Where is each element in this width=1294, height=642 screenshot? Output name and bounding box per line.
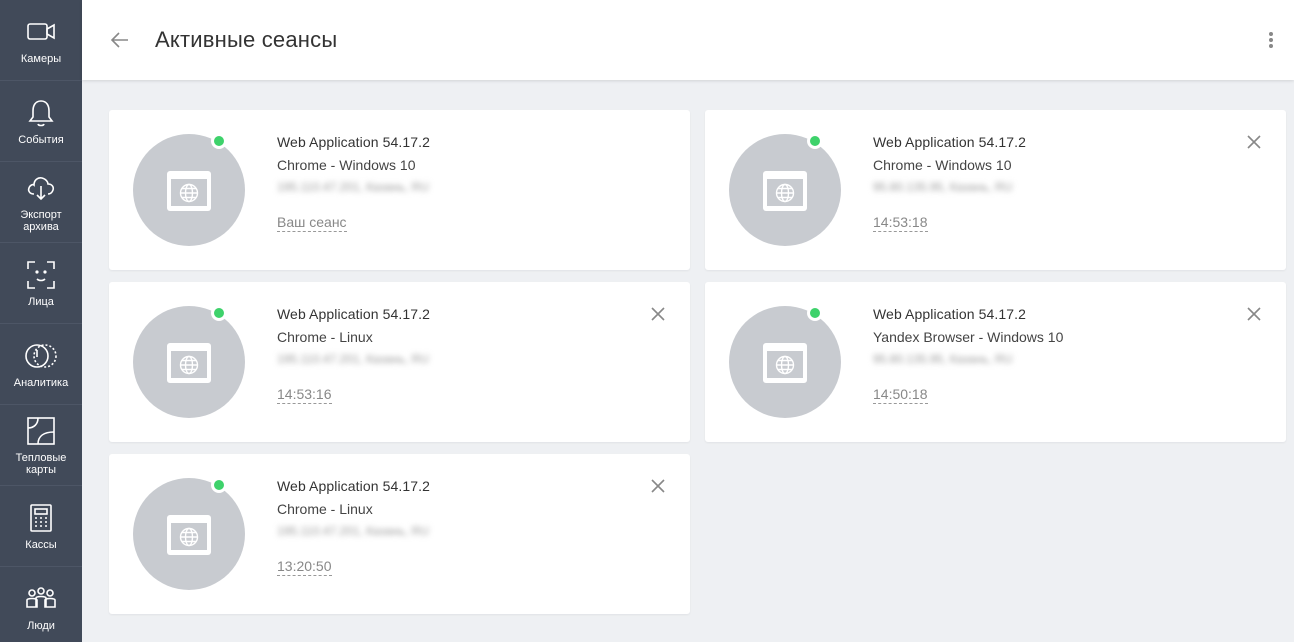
globe-icon bbox=[179, 183, 199, 202]
browser-window-icon bbox=[763, 343, 807, 383]
more-vertical-icon bbox=[1269, 32, 1273, 36]
sidebar-item-label: События bbox=[18, 134, 64, 146]
online-status-dot bbox=[211, 305, 227, 321]
session-time[interactable]: 14:53:18 bbox=[873, 214, 928, 232]
sidebar-item-label: Аналитика bbox=[13, 377, 69, 389]
sidebar-item-label: Кассы bbox=[25, 539, 57, 551]
session-avatar bbox=[729, 134, 841, 246]
session-card: Web Application 54.17.2 Yandex Browser -… bbox=[705, 282, 1286, 442]
session-ip-location: 95.80.135.95, Казань, RU bbox=[873, 180, 1013, 194]
session-client: Chrome - Windows 10 bbox=[277, 157, 416, 173]
globe-icon bbox=[179, 355, 199, 374]
online-status-dot bbox=[807, 305, 823, 321]
heatmap-icon bbox=[27, 417, 55, 445]
session-client: Chrome - Linux bbox=[277, 329, 373, 345]
bell-icon bbox=[28, 100, 54, 127]
close-icon bbox=[1247, 135, 1261, 149]
session-card: Web Application 54.17.2 Chrome - Windows… bbox=[109, 110, 690, 270]
close-icon bbox=[651, 307, 665, 321]
sidebar-item-cameras[interactable]: Камеры bbox=[0, 0, 82, 81]
arrow-left-icon bbox=[110, 32, 128, 48]
terminate-session-button[interactable] bbox=[1246, 134, 1262, 150]
session-time[interactable]: 13:20:50 bbox=[277, 558, 332, 576]
cash-register-icon bbox=[30, 504, 52, 532]
session-ip-location: 195.110.47.201, Казань, RU bbox=[277, 524, 429, 538]
session-client: Chrome - Linux bbox=[277, 501, 373, 517]
session-ip-location: 95.80.135.95, Казань, RU bbox=[873, 352, 1013, 366]
session-card: Web Application 54.17.2 Chrome - Windows… bbox=[705, 110, 1286, 270]
session-avatar bbox=[133, 478, 245, 590]
people-icon bbox=[26, 587, 56, 608]
back-button[interactable] bbox=[108, 28, 132, 52]
session-app-name: Web Application 54.17.2 bbox=[277, 306, 431, 322]
session-app-name: Web Application 54.17.2 bbox=[277, 478, 431, 494]
sidebar-item-faces[interactable]: Лица bbox=[0, 243, 82, 324]
session-card: Web Application 54.17.2 Chrome - Linux 1… bbox=[109, 454, 690, 614]
sidebar-item-archive-export[interactable]: Экспорт архива bbox=[0, 162, 82, 243]
browser-window-icon bbox=[167, 515, 211, 555]
sidebar: Камеры События Экспорт архива Лица Анали… bbox=[0, 0, 82, 642]
session-client: Yandex Browser - Windows 10 bbox=[873, 329, 1064, 345]
browser-window-icon bbox=[763, 171, 807, 211]
browser-window-icon bbox=[167, 171, 211, 211]
analytics-icon bbox=[25, 344, 57, 368]
cloud-download-icon bbox=[27, 177, 55, 201]
sidebar-item-label: Камеры bbox=[20, 53, 62, 65]
sidebar-item-label: Тепловые карты bbox=[15, 452, 67, 476]
online-status-dot bbox=[211, 477, 227, 493]
globe-icon bbox=[775, 355, 795, 374]
sidebar-item-heatmaps[interactable]: Тепловые карты bbox=[0, 405, 82, 486]
session-avatar bbox=[133, 306, 245, 418]
video-camera-icon bbox=[27, 23, 55, 40]
session-ip-location: 195.110.47.201, Казань, RU bbox=[277, 180, 429, 194]
terminate-session-button[interactable] bbox=[1246, 306, 1262, 322]
session-app-name: Web Application 54.17.2 bbox=[873, 306, 1027, 322]
sidebar-item-label: Люди bbox=[27, 620, 55, 632]
more-menu-button[interactable] bbox=[1266, 28, 1276, 52]
terminate-session-button[interactable] bbox=[650, 478, 666, 494]
session-client: Chrome - Windows 10 bbox=[873, 157, 1012, 173]
session-ip-location: 195.110.47.201, Казань, RU bbox=[277, 352, 429, 366]
close-icon bbox=[651, 479, 665, 493]
globe-icon bbox=[179, 527, 199, 546]
session-avatar bbox=[133, 134, 245, 246]
browser-window-icon bbox=[167, 343, 211, 383]
session-card: Web Application 54.17.2 Chrome - Linux 1… bbox=[109, 282, 690, 442]
page-title: Активные сеансы bbox=[155, 27, 338, 52]
sidebar-item-label: Экспорт архива bbox=[20, 209, 62, 233]
session-app-name: Web Application 54.17.2 bbox=[873, 134, 1027, 150]
session-time[interactable]: 14:53:16 bbox=[277, 386, 332, 404]
sidebar-item-cash-registers[interactable]: Кассы bbox=[0, 486, 82, 567]
sidebar-item-label: Лица bbox=[28, 296, 54, 308]
session-current-label[interactable]: Ваш сеанс bbox=[277, 214, 347, 232]
online-status-dot bbox=[211, 133, 227, 149]
online-status-dot bbox=[807, 133, 823, 149]
sidebar-item-events[interactable]: События bbox=[0, 81, 82, 162]
sidebar-item-people[interactable]: Люди bbox=[0, 567, 82, 642]
face-scan-icon bbox=[27, 261, 55, 289]
close-icon bbox=[1247, 307, 1261, 321]
session-time[interactable]: 14:50:18 bbox=[873, 386, 928, 404]
terminate-session-button[interactable] bbox=[650, 306, 666, 322]
page-header: Активные сеансы bbox=[82, 0, 1294, 80]
session-app-name: Web Application 54.17.2 bbox=[277, 134, 431, 150]
globe-icon bbox=[775, 183, 795, 202]
sidebar-item-analytics[interactable]: Аналитика bbox=[0, 324, 82, 405]
session-avatar bbox=[729, 306, 841, 418]
